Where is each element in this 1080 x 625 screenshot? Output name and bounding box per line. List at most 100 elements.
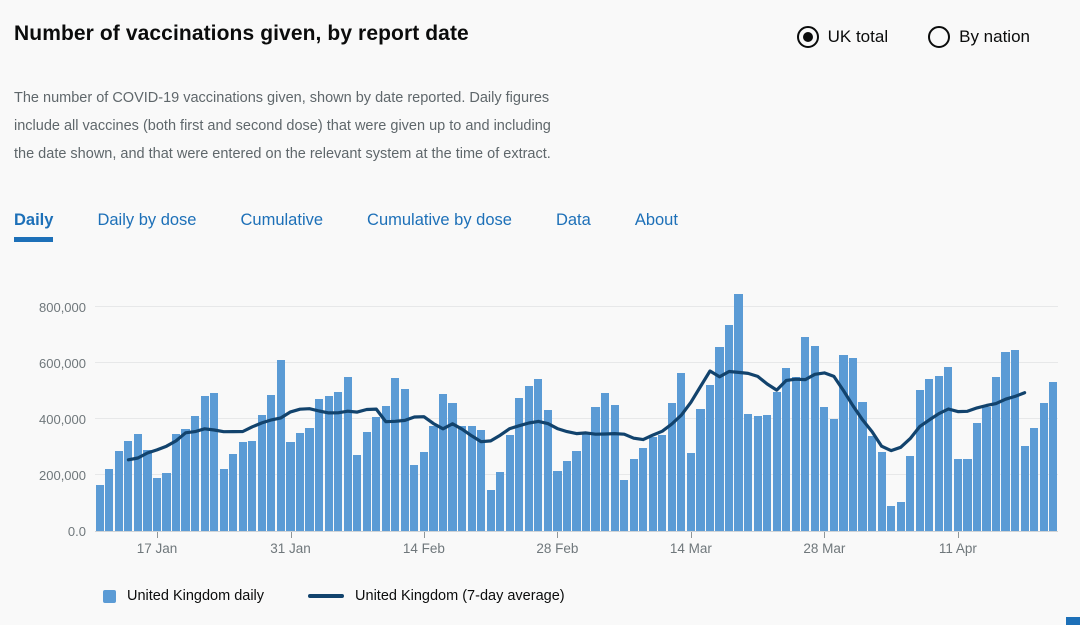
chart-plot-area[interactable]: 17 Jan 31 Jan 14 Feb 28 Feb 14 Mar 28 Mar 11 A… [95,287,1058,556]
radio-option-by-nation[interactable]: By nation [928,26,1030,48]
daily-bar[interactable] [858,402,867,531]
daily-bar[interactable] [887,505,896,531]
daily-bar[interactable] [972,422,982,531]
daily-bar[interactable] [915,389,924,531]
daily-bar[interactable] [219,469,228,531]
daily-bar[interactable] [705,385,715,531]
daily-bar[interactable] [496,472,505,531]
tab-data[interactable]: Data [556,211,591,242]
daily-bar[interactable] [591,407,600,531]
tab-cumulative[interactable]: Cumulative [241,211,324,242]
radio-selected-icon[interactable] [796,26,819,48]
daily-bar[interactable] [1010,350,1020,531]
daily-bar[interactable] [248,441,257,531]
daily-bar[interactable] [648,436,657,531]
tab-daily-by-dose[interactable]: Daily by dose [97,211,196,242]
daily-bar[interactable] [486,489,495,531]
daily-bar[interactable] [715,347,724,531]
daily-bar[interactable] [419,452,429,531]
daily-bar[interactable] [696,408,705,531]
daily-bar[interactable] [724,324,734,531]
daily-bar[interactable] [152,477,162,531]
tab-about[interactable]: About [635,211,678,242]
daily-bar[interactable] [620,480,629,531]
daily-bar[interactable] [362,432,371,531]
daily-bar[interactable] [810,345,819,531]
daily-bar[interactable] [372,417,381,531]
daily-bar[interactable] [572,450,581,531]
daily-bar[interactable] [991,377,1001,531]
daily-bar[interactable] [982,407,991,531]
daily-bar[interactable] [124,441,133,531]
daily-bar[interactable] [801,337,810,531]
daily-bar[interactable] [286,441,295,531]
legend-item-daily[interactable]: United Kingdom daily [103,588,264,604]
daily-bar[interactable] [238,442,247,531]
daily-bar[interactable] [963,459,972,531]
daily-bar[interactable] [581,432,591,531]
daily-bar[interactable] [1001,351,1010,531]
daily-bar[interactable] [562,460,572,531]
daily-bar[interactable] [658,435,667,531]
daily-bar[interactable] [543,409,552,531]
daily-bar[interactable] [848,358,858,531]
daily-bar[interactable] [171,434,181,531]
daily-bar[interactable] [686,452,695,531]
daily-bar[interactable] [324,395,333,531]
daily-bar[interactable] [410,464,419,531]
daily-bar[interactable] [343,376,352,531]
tab-cumulative-by-dose[interactable]: Cumulative by dose [367,211,512,242]
daily-bar[interactable] [477,429,486,531]
daily-bar[interactable] [829,418,839,531]
daily-bar[interactable] [1020,445,1029,531]
daily-bar[interactable] [181,428,190,531]
daily-bar[interactable] [505,435,514,531]
radio-unselected-icon[interactable] [928,26,951,48]
daily-bar[interactable] [639,447,648,531]
daily-bar[interactable] [734,294,743,531]
daily-bar[interactable] [95,485,104,531]
daily-bar[interactable] [467,425,476,531]
daily-bar[interactable] [677,373,686,531]
daily-bar[interactable] [896,502,905,531]
daily-bar[interactable] [753,415,762,531]
daily-bar[interactable] [162,473,171,531]
daily-bar[interactable] [191,415,200,531]
daily-bar[interactable] [314,399,324,531]
daily-bar[interactable] [229,453,238,531]
tab-daily[interactable]: Daily [14,211,54,242]
daily-bar[interactable] [1049,381,1058,531]
daily-bar[interactable] [953,459,962,531]
daily-bar[interactable] [276,360,286,531]
daily-bar[interactable] [295,433,305,531]
daily-bar[interactable] [429,425,438,531]
daily-bar[interactable] [257,415,266,531]
daily-bar[interactable] [839,355,848,531]
daily-bar[interactable] [305,428,314,531]
daily-bar[interactable] [925,379,934,531]
daily-bar[interactable] [610,404,619,531]
daily-bar[interactable] [143,449,152,531]
daily-bar[interactable] [105,468,114,531]
daily-bar[interactable] [877,451,886,531]
daily-bar[interactable] [667,403,676,531]
daily-bar[interactable] [534,379,543,531]
daily-bar[interactable] [515,397,524,531]
daily-bar[interactable] [448,403,457,531]
daily-bar[interactable] [438,394,448,531]
daily-bar[interactable] [944,367,953,531]
legend-item-average[interactable]: United Kingdom (7-day average) [308,588,565,604]
daily-bar[interactable] [210,392,219,531]
daily-bar[interactable] [763,415,772,531]
daily-bar[interactable] [334,391,343,531]
daily-bar[interactable] [133,433,142,531]
daily-bar[interactable] [114,450,123,531]
daily-bar[interactable] [867,436,877,531]
daily-bar[interactable] [391,377,400,531]
daily-bar[interactable] [744,414,753,531]
daily-bar[interactable] [791,377,800,531]
daily-bar[interactable] [353,454,362,531]
radio-option-uk-total[interactable]: UK total [796,26,888,48]
daily-bar[interactable] [381,405,390,531]
daily-bar[interactable] [906,455,915,531]
